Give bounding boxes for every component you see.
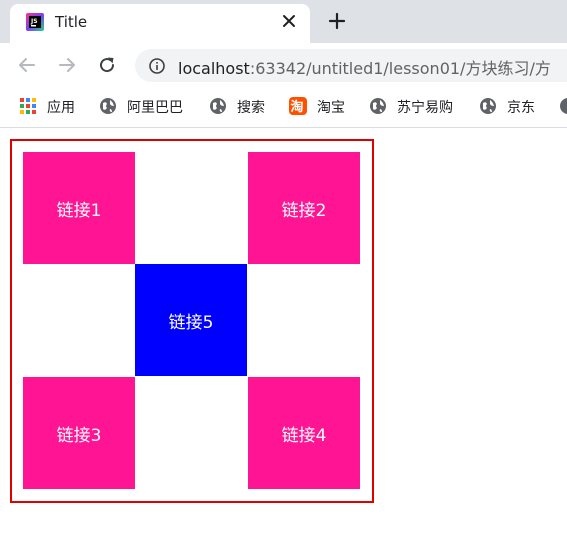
globe-icon [480,98,496,114]
browser-toolbar: localhost:63342/untitled1/lesson01/方块练习/… [0,43,567,88]
back-arrow-icon[interactable] [17,55,37,75]
url-host: localhost [178,59,250,78]
globe-icon [210,98,226,114]
link-4[interactable]: 链接4 [248,377,360,489]
address-bar[interactable]: localhost:63342/untitled1/lesson01/方块练习/… [135,49,567,82]
globe-icon [370,98,386,114]
taobao-icon: 淘 [289,97,307,115]
bookmark-label: 京东 [507,100,535,116]
bookmark-label: 搜索 [237,100,265,116]
link-3[interactable]: 链接3 [23,377,135,489]
url-text[interactable]: localhost:63342/untitled1/lesson01/方块练习/… [178,55,551,79]
new-tab-plus-icon[interactable] [328,12,346,30]
tab-strip: JS Title [0,0,567,43]
svg-text:JS: JS [30,18,38,25]
globe-icon [560,98,567,114]
close-icon[interactable] [281,13,297,29]
webstorm-favicon-icon: JS [26,13,44,31]
url-path: :63342/untitled1/lesson01/方块练习/方 [249,59,551,78]
link-2[interactable]: 链接2 [248,152,360,264]
svg-text:淘: 淘 [291,99,304,115]
apps-grid-icon [20,98,36,114]
bookmark-label: 应用 [47,100,75,116]
tab-title: Title [55,13,88,31]
forward-arrow-icon[interactable] [57,55,77,75]
bookmark-label: 阿里巴巴 [127,100,183,116]
link-5[interactable]: 链接5 [135,264,247,376]
bookmarks-bar: 应用 阿里巴巴 搜索 淘 淘宝 苏宁易购 京东 [0,88,567,128]
browser-tab[interactable]: JS Title [10,4,310,43]
info-icon[interactable] [149,58,165,74]
reload-icon[interactable] [97,55,117,75]
globe-icon [100,98,116,114]
bookmark-label: 苏宁易购 [397,100,453,116]
block-container: 链接1 链接2 链接5 链接3 链接4 [10,139,374,503]
link-1[interactable]: 链接1 [23,152,135,264]
bookmark-label: 淘宝 [317,100,345,116]
